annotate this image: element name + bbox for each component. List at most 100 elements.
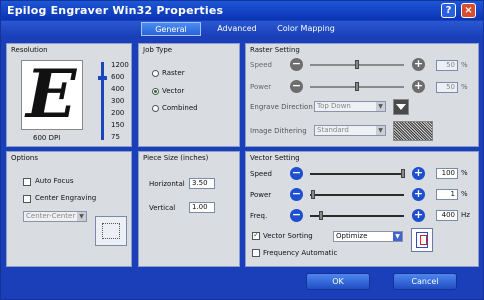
raster-setting-panel: Raster Setting Speed − + 50 % Power − + …	[245, 43, 479, 147]
image-dithering-select[interactable]: Standard ▼	[314, 125, 386, 136]
tab-advanced[interactable]: Advanced	[211, 22, 263, 36]
piece-size-panel: Piece Size (inches) Horizontal 3.50 Vert…	[138, 151, 240, 267]
properties-window: Epilog Engraver Win32 Properties ? × Gen…	[0, 0, 484, 300]
vector-power-plus-button[interactable]: +	[412, 188, 425, 201]
vector-power-unit: %	[461, 190, 468, 198]
center-engraving-label: Center Engraving	[35, 194, 97, 202]
raster-speed-input[interactable]: 50	[436, 60, 458, 71]
resolution-slider-thumb[interactable]	[98, 76, 107, 80]
raster-label: Raster	[162, 69, 185, 77]
engrave-direction-select[interactable]: Top Down ▼	[314, 101, 386, 112]
sorting-arrow-icon	[420, 235, 427, 245]
resolution-preview: E	[21, 55, 83, 133]
scale-300: 300	[111, 97, 125, 105]
dithering-preview	[393, 121, 433, 141]
chevron-down-icon: ▼	[393, 232, 402, 241]
vector-speed-input[interactable]: 100	[436, 168, 458, 179]
engrave-direction-value: Top Down	[317, 102, 351, 110]
raster-power-minus-button[interactable]: −	[290, 80, 303, 93]
vector-radio[interactable]	[152, 88, 159, 95]
vector-speed-label: Speed	[250, 170, 272, 178]
scale-600: 600	[111, 73, 125, 81]
auto-focus-label: Auto Focus	[35, 177, 74, 185]
raster-speed-minus-button[interactable]: −	[290, 58, 303, 71]
vector-speed-unit: %	[461, 169, 468, 177]
options-title: Options	[11, 154, 39, 162]
down-arrow-icon	[396, 104, 406, 110]
resolution-current-label: 600 DPI	[33, 134, 61, 142]
vertical-label: Vertical	[149, 204, 176, 212]
vector-sorting-value: Optimize	[336, 232, 368, 240]
vector-speed-slider[interactable]	[310, 173, 404, 175]
vector-power-slider[interactable]	[310, 194, 404, 196]
frequency-automatic-label: Frequency Automatic	[263, 249, 338, 257]
raster-power-input[interactable]: 50	[436, 82, 458, 93]
close-button[interactable]: ×	[461, 3, 476, 18]
vector-label: Vector	[162, 87, 185, 95]
raster-power-thumb[interactable]	[355, 82, 359, 91]
raster-power-unit: %	[461, 83, 468, 91]
job-type-panel: Job Type Raster Vector Combined	[138, 43, 240, 147]
chevron-down-icon: ▼	[376, 126, 385, 135]
preview-letter: E	[26, 55, 77, 133]
vector-power-thumb[interactable]	[311, 190, 315, 199]
raster-speed-label: Speed	[250, 61, 272, 69]
raster-radio[interactable]	[152, 70, 159, 77]
image-dithering-value: Standard	[317, 126, 349, 134]
vector-sorting-icon[interactable]	[411, 228, 433, 252]
chevron-down-icon: ▼	[77, 212, 86, 221]
tab-general[interactable]: General	[141, 22, 201, 36]
title-bar[interactable]: Epilog Engraver Win32 Properties ? ×	[1, 1, 483, 20]
resolution-slider-track[interactable]	[101, 62, 104, 140]
vector-sorting-select[interactable]: Optimize ▼	[333, 231, 403, 242]
vector-freq-unit: Hz	[461, 211, 470, 219]
vector-freq-minus-button[interactable]: −	[290, 209, 303, 222]
scale-400: 400	[111, 85, 125, 93]
job-type-title: Job Type	[143, 46, 173, 54]
vector-freq-label: Freq.	[250, 212, 268, 220]
tab-color-mapping[interactable]: Color Mapping	[271, 22, 341, 36]
raster-setting-title: Raster Setting	[250, 46, 300, 54]
raster-speed-thumb[interactable]	[355, 60, 359, 69]
raster-speed-plus-button[interactable]: +	[412, 58, 425, 71]
combined-label: Combined	[162, 104, 198, 112]
center-position-value: Center-Center	[26, 212, 76, 220]
scale-75: 75	[111, 133, 120, 141]
vector-sorting-checkbox[interactable]	[252, 230, 260, 240]
center-frame-icon	[102, 223, 120, 239]
scale-150: 150	[111, 121, 125, 129]
vector-freq-slider[interactable]	[310, 215, 404, 217]
cancel-button[interactable]: Cancel	[393, 273, 457, 290]
vector-power-label: Power	[250, 191, 272, 199]
resolution-panel: Resolution E 600 DPI 1200 600 400 300 20…	[6, 43, 132, 147]
engrave-direction-down-icon[interactable]	[393, 99, 409, 115]
vector-setting-panel: Vector Setting Speed − + 100 % Power − +…	[245, 151, 479, 267]
options-panel: Options Auto Focus Center Engraving Cent…	[6, 151, 132, 267]
raster-power-plus-button[interactable]: +	[412, 80, 425, 93]
horizontal-input[interactable]: 3.50	[189, 178, 215, 189]
combined-radio[interactable]	[152, 105, 159, 112]
center-engraving-checkbox[interactable]	[23, 195, 31, 203]
vector-speed-thumb[interactable]	[401, 169, 405, 178]
vector-power-input[interactable]: 1	[436, 189, 458, 200]
vector-sorting-label: Vector Sorting	[263, 232, 313, 240]
vector-speed-minus-button[interactable]: −	[290, 167, 303, 180]
horizontal-label: Horizontal	[149, 180, 185, 188]
help-button[interactable]: ?	[441, 3, 456, 18]
vertical-input[interactable]: 1.00	[189, 202, 215, 213]
center-position-select[interactable]: Center-Center ▼	[23, 211, 87, 222]
ok-button[interactable]: OK	[306, 273, 370, 290]
resolution-title: Resolution	[11, 46, 48, 54]
engrave-direction-label: Engrave Direction	[250, 103, 313, 111]
center-position-icon	[95, 216, 127, 246]
vector-freq-plus-button[interactable]: +	[412, 209, 425, 222]
vector-power-minus-button[interactable]: −	[290, 188, 303, 201]
vector-freq-thumb[interactable]	[319, 211, 323, 220]
scale-200: 200	[111, 109, 125, 117]
auto-focus-checkbox[interactable]	[23, 178, 31, 186]
frequency-automatic-checkbox[interactable]	[252, 249, 260, 257]
vector-speed-plus-button[interactable]: +	[412, 167, 425, 180]
tab-bar: General Advanced Color Mapping	[1, 21, 483, 37]
vector-freq-input[interactable]: 400	[436, 210, 458, 221]
chevron-down-icon: ▼	[376, 102, 385, 111]
